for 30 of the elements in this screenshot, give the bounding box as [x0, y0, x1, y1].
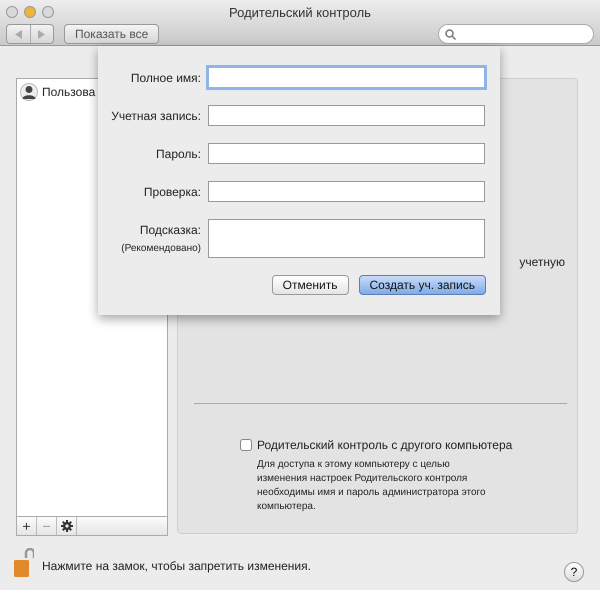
field-label: Проверка: [144, 184, 201, 198]
help-button[interactable]: ? [564, 562, 584, 582]
remote-description: Для доступа к этому компьютеру с целью изменения настроек Родительского контроля необходимы имя и пароль администратора этого компьютера. [257, 458, 487, 514]
create-button[interactable]: Создать уч. запись [358, 275, 486, 295]
field-label: Подсказка: [140, 223, 201, 237]
close-button[interactable] [6, 6, 18, 18]
field-label: Полное имя: [130, 70, 201, 84]
input-field[interactable] [208, 181, 485, 202]
window-title: Родительский контроль [229, 4, 371, 20]
remote-control-checkbox[interactable]: Родительский контроль с другого компьютера [240, 438, 567, 452]
field-label: Пароль: [156, 146, 201, 160]
instruction-text: учетную [519, 255, 565, 269]
input-field[interactable] [208, 143, 485, 164]
input-field[interactable] [208, 105, 485, 126]
left-triangle-icon [14, 30, 22, 38]
search-field[interactable] [438, 24, 594, 44]
field-sublabel: (Рекомендовано) [121, 243, 201, 254]
cancel-button[interactable]: Отменить [272, 275, 348, 295]
lock-icon[interactable] [14, 548, 34, 578]
minimize-button[interactable] [24, 6, 36, 18]
add-button[interactable]: + [17, 517, 37, 535]
user-icon [20, 83, 38, 101]
field-label: Учетная запись: [111, 108, 201, 122]
search-icon [445, 28, 456, 40]
input-field[interactable] [208, 67, 485, 88]
right-triangle-icon [38, 30, 46, 38]
show-all-button[interactable]: Показать все [64, 24, 160, 44]
zoom-button[interactable] [42, 6, 54, 18]
input-field[interactable] [208, 219, 485, 258]
lock-hint: Нажмите на замок, чтобы запретить изменения. [42, 559, 311, 573]
